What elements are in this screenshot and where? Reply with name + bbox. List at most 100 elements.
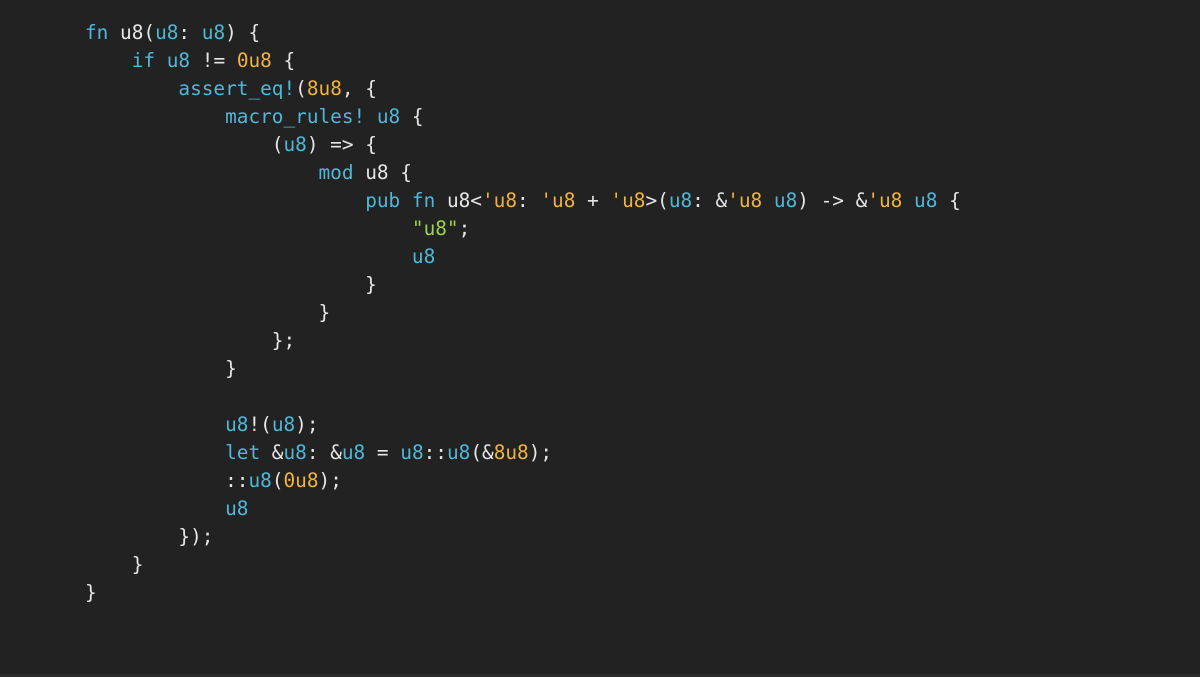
code-line[interactable]: let &u8: &u8 = u8::u8(&8u8); <box>85 439 961 467</box>
code-line[interactable]: } <box>85 355 961 383</box>
type-token: u8 <box>341 441 366 464</box>
code-text: : & <box>692 189 728 212</box>
identifier-token: u8 <box>446 441 471 464</box>
identifier-token: u8 <box>155 21 179 44</box>
code-text: ) -> & <box>797 189 868 212</box>
code-text: { <box>271 49 296 72</box>
keyword-token: if <box>131 49 156 72</box>
code-line[interactable]: "u8"; <box>85 215 961 243</box>
code-text: ); <box>318 469 342 492</box>
code-text: :: <box>85 469 249 492</box>
identifier-token: u8 <box>668 189 693 212</box>
code-editor[interactable]: fn u8(u8: u8) { if u8 != 0u8 { assert_eq… <box>0 0 1200 677</box>
keyword-token: mod <box>318 161 354 184</box>
code-text: u8 { <box>353 161 412 184</box>
code-text: ( <box>85 133 284 156</box>
code-text: ) { <box>225 21 261 44</box>
lifetime-token: 'u8 <box>540 189 576 212</box>
identifier-token: u8 <box>225 497 249 520</box>
identifier-token: u8 <box>248 469 272 492</box>
keyword-token: let <box>225 441 261 464</box>
code-text: : & <box>306 441 342 464</box>
macro-token: macro_rules! <box>225 105 366 128</box>
code-line[interactable]: assert_eq!(8u8, { <box>85 75 961 103</box>
code-text: u8< <box>435 189 482 212</box>
code-line[interactable]: u8 <box>85 243 961 271</box>
identifier-token: u8 <box>225 413 249 436</box>
code-text: , { <box>341 77 377 100</box>
code-text: = <box>365 441 401 464</box>
code-line[interactable]: ::u8(0u8); <box>85 467 961 495</box>
type-token: u8 <box>773 189 798 212</box>
code-text: } <box>85 553 144 576</box>
identifier-token: u8 <box>400 441 424 464</box>
identifier-token: u8 <box>376 105 401 128</box>
code-text: ( <box>295 77 307 100</box>
code-line[interactable]: (u8) => { <box>85 131 961 159</box>
code-text: } <box>85 357 237 380</box>
code-line[interactable] <box>85 383 961 411</box>
code-line[interactable]: }); <box>85 523 961 551</box>
lifetime-token: 'u8 <box>727 189 763 212</box>
code-text: { <box>400 105 424 128</box>
identifier-token: u8 <box>166 49 191 72</box>
code-text: }; <box>85 329 296 352</box>
type-token: u8 <box>914 189 938 212</box>
code-line[interactable]: mod u8 { <box>85 159 961 187</box>
code-line[interactable]: } <box>85 299 961 327</box>
code-text: : <box>178 21 202 44</box>
lifetime-token: 'u8 <box>867 189 903 212</box>
number-literal: 0u8 <box>236 49 272 72</box>
code-line[interactable]: pub fn u8<'u8: 'u8 + 'u8>(u8: &'u8 u8) -… <box>85 187 961 215</box>
code-line[interactable]: }; <box>85 327 961 355</box>
code-text: (& <box>470 441 494 464</box>
number-literal: 0u8 <box>283 469 319 492</box>
type-token: u8 <box>201 21 226 44</box>
code-line[interactable]: u8!(u8); <box>85 411 961 439</box>
code-line[interactable]: macro_rules! u8 { <box>85 103 961 131</box>
code-text: } <box>85 581 97 604</box>
code-line[interactable]: fn u8(u8: u8) { <box>85 19 961 47</box>
identifier-token: u8 <box>411 245 436 268</box>
code-text: : <box>517 189 541 212</box>
code-text: { <box>937 189 961 212</box>
code-line[interactable]: } <box>85 551 961 579</box>
code-text: !( <box>248 413 272 436</box>
keyword-token: fn <box>85 21 109 44</box>
string-literal: "u8" <box>411 217 459 240</box>
number-literal: 8u8 <box>306 77 342 100</box>
code-text: } <box>85 301 331 324</box>
code-block[interactable]: fn u8(u8: u8) { if u8 != 0u8 { assert_eq… <box>85 19 961 607</box>
identifier-token: u8 <box>283 441 307 464</box>
code-text: u8( <box>108 21 156 44</box>
code-text: ( <box>271 469 284 492</box>
code-text: >( <box>645 189 669 212</box>
code-text: & <box>260 441 284 464</box>
code-line[interactable]: } <box>85 271 961 299</box>
code-line[interactable]: } <box>85 579 961 607</box>
keyword-token: pub <box>365 189 401 212</box>
lifetime-token: 'u8 <box>481 189 517 212</box>
code-text: ; <box>458 217 471 240</box>
code-text: != <box>190 49 237 72</box>
code-text: ); <box>528 441 553 464</box>
identifier-token: u8 <box>283 133 307 156</box>
code-text: ); <box>295 413 319 436</box>
code-text: }); <box>85 525 214 548</box>
code-line[interactable]: u8 <box>85 495 961 523</box>
number-literal: 8u8 <box>493 441 529 464</box>
code-line[interactable]: if u8 != 0u8 { <box>85 47 961 75</box>
